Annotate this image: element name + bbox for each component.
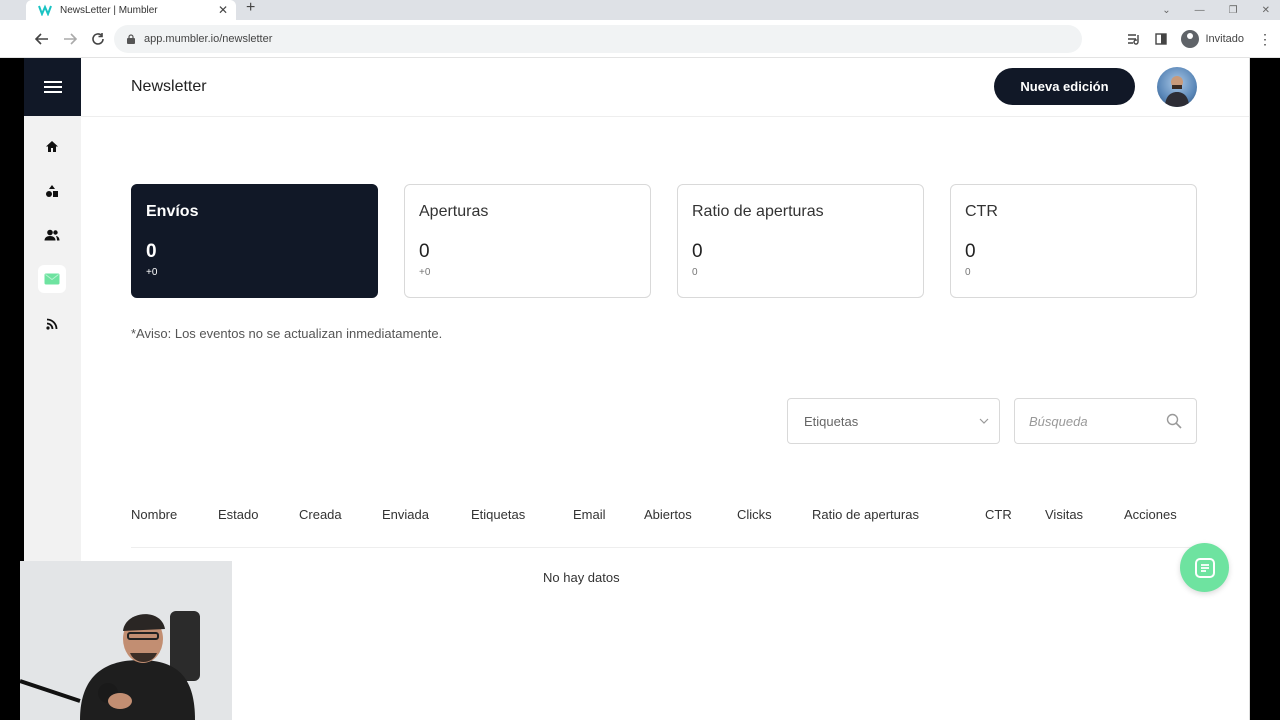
table-divider: [131, 547, 1197, 548]
column-header-abiertos[interactable]: Abiertos: [644, 507, 692, 522]
browser-tab[interactable]: NewsLetter | Mumbler ✕: [26, 0, 236, 20]
stat-value: 0: [419, 241, 430, 262]
forward-icon[interactable]: [56, 25, 84, 53]
tab-search-icon[interactable]: ⌄: [1162, 5, 1170, 16]
tags-select[interactable]: Etiquetas: [787, 398, 1000, 444]
url-text: app.mumbler.io/newsletter: [144, 33, 273, 45]
stat-value: 0: [965, 241, 976, 262]
stat-title: Envíos: [146, 203, 199, 220]
close-window-icon[interactable]: ✕: [1262, 5, 1270, 16]
stat-card-aperturas[interactable]: Aperturas 0 +0: [404, 184, 651, 298]
browser-toolbar: app.mumbler.io/newsletter Invitado ⋮: [0, 20, 1280, 58]
profile-chip[interactable]: Invitado: [1181, 30, 1244, 48]
stat-delta: 0: [692, 267, 698, 278]
empty-table-message: No hay datos: [543, 570, 620, 585]
stat-title: Aperturas: [419, 203, 489, 220]
new-tab-icon[interactable]: +: [246, 0, 255, 16]
search-field[interactable]: [1014, 398, 1197, 444]
profile-label: Invitado: [1205, 33, 1244, 45]
chat-button[interactable]: [1180, 543, 1229, 592]
stat-delta: +0: [146, 267, 158, 278]
frame-border-right: [1250, 58, 1280, 720]
stat-title: Ratio de aperturas: [692, 203, 824, 220]
sidebar-item-users[interactable]: [38, 221, 66, 249]
stat-delta: 0: [965, 267, 971, 278]
page-title: Newsletter: [131, 78, 207, 95]
column-header-estado[interactable]: Estado: [218, 507, 258, 522]
stat-value: 0: [146, 241, 157, 262]
sidebar-item-rss[interactable]: [38, 310, 66, 338]
column-header-acciones[interactable]: Acciones: [1124, 507, 1177, 522]
minimize-icon[interactable]: —: [1195, 5, 1205, 16]
hamburger-icon: [43, 81, 62, 93]
back-icon[interactable]: [28, 25, 56, 53]
lock-icon: [127, 34, 135, 44]
side-panel-icon[interactable]: [1155, 33, 1168, 45]
new-edition-button[interactable]: Nueva edición: [994, 68, 1135, 105]
column-header-email[interactable]: Email: [573, 507, 606, 522]
chevron-down-icon: [969, 418, 999, 424]
stat-value: 0: [692, 241, 703, 262]
search-input[interactable]: [1029, 413, 1159, 429]
tags-select-placeholder: Etiquetas: [804, 413, 859, 429]
sidebar-item-home[interactable]: [38, 132, 66, 160]
window-controls: ⌄ — ❐ ✕: [1162, 0, 1280, 20]
column-header-nombre[interactable]: Nombre: [131, 507, 177, 522]
stat-title: CTR: [965, 203, 998, 220]
rss-icon: [46, 318, 58, 330]
mumbler-logo-icon: [38, 4, 52, 16]
menu-toggle-button[interactable]: [24, 58, 81, 116]
column-header-ctr[interactable]: CTR: [985, 507, 1012, 522]
avatar-photo: [1165, 76, 1189, 107]
stat-card-ratio-aperturas[interactable]: Ratio de aperturas 0 0: [677, 184, 924, 298]
events-notice: *Aviso: Los eventos no se actualizan inm…: [131, 326, 443, 341]
stat-card-envios[interactable]: Envíos 0 +0: [131, 184, 378, 298]
column-header-enviada[interactable]: Enviada: [382, 507, 429, 522]
stat-delta: +0: [419, 267, 431, 278]
profile-icon: [1181, 30, 1200, 48]
media-control-icon[interactable]: [1127, 33, 1141, 45]
mail-icon: [44, 273, 60, 285]
toolbar-right: Invitado ⋮: [1127, 25, 1272, 53]
users-icon: [44, 229, 60, 241]
column-header-visitas[interactable]: Visitas: [1045, 507, 1083, 522]
reload-icon[interactable]: [84, 25, 112, 53]
search-icon[interactable]: [1159, 413, 1189, 429]
column-header-etiquetas[interactable]: Etiquetas: [471, 507, 525, 522]
home-icon: [46, 140, 58, 152]
webcam-overlay: [20, 561, 232, 720]
column-header-ratio-aperturas[interactable]: Ratio de aperturas: [812, 507, 919, 522]
close-tab-icon[interactable]: ✕: [218, 3, 228, 17]
app-header: Newsletter Nueva edición: [81, 58, 1249, 117]
address-bar[interactable]: app.mumbler.io/newsletter: [114, 25, 1082, 53]
tab-title: NewsLetter | Mumbler: [60, 4, 158, 16]
sidebar-item-newsletter[interactable]: [38, 265, 66, 293]
presenter-video: [20, 561, 232, 720]
stat-card-ctr[interactable]: CTR 0 0: [950, 184, 1197, 298]
column-header-creada[interactable]: Creada: [299, 507, 342, 522]
shapes-icon: [46, 185, 58, 197]
browser-menu-icon[interactable]: ⋮: [1258, 31, 1272, 48]
sidebar-item-shapes[interactable]: [38, 177, 66, 205]
restore-icon[interactable]: ❐: [1229, 5, 1238, 16]
chat-icon: [1194, 557, 1215, 578]
screen: NewsLetter | Mumbler ✕ + ⌄ — ❐ ✕ app.mum…: [0, 0, 1280, 720]
column-header-clicks[interactable]: Clicks: [737, 507, 772, 522]
avatar[interactable]: [1157, 67, 1197, 107]
browser-tab-bar: NewsLetter | Mumbler ✕ + ⌄ — ❐ ✕: [0, 0, 1280, 20]
page-scrollbar[interactable]: [1249, 58, 1250, 720]
